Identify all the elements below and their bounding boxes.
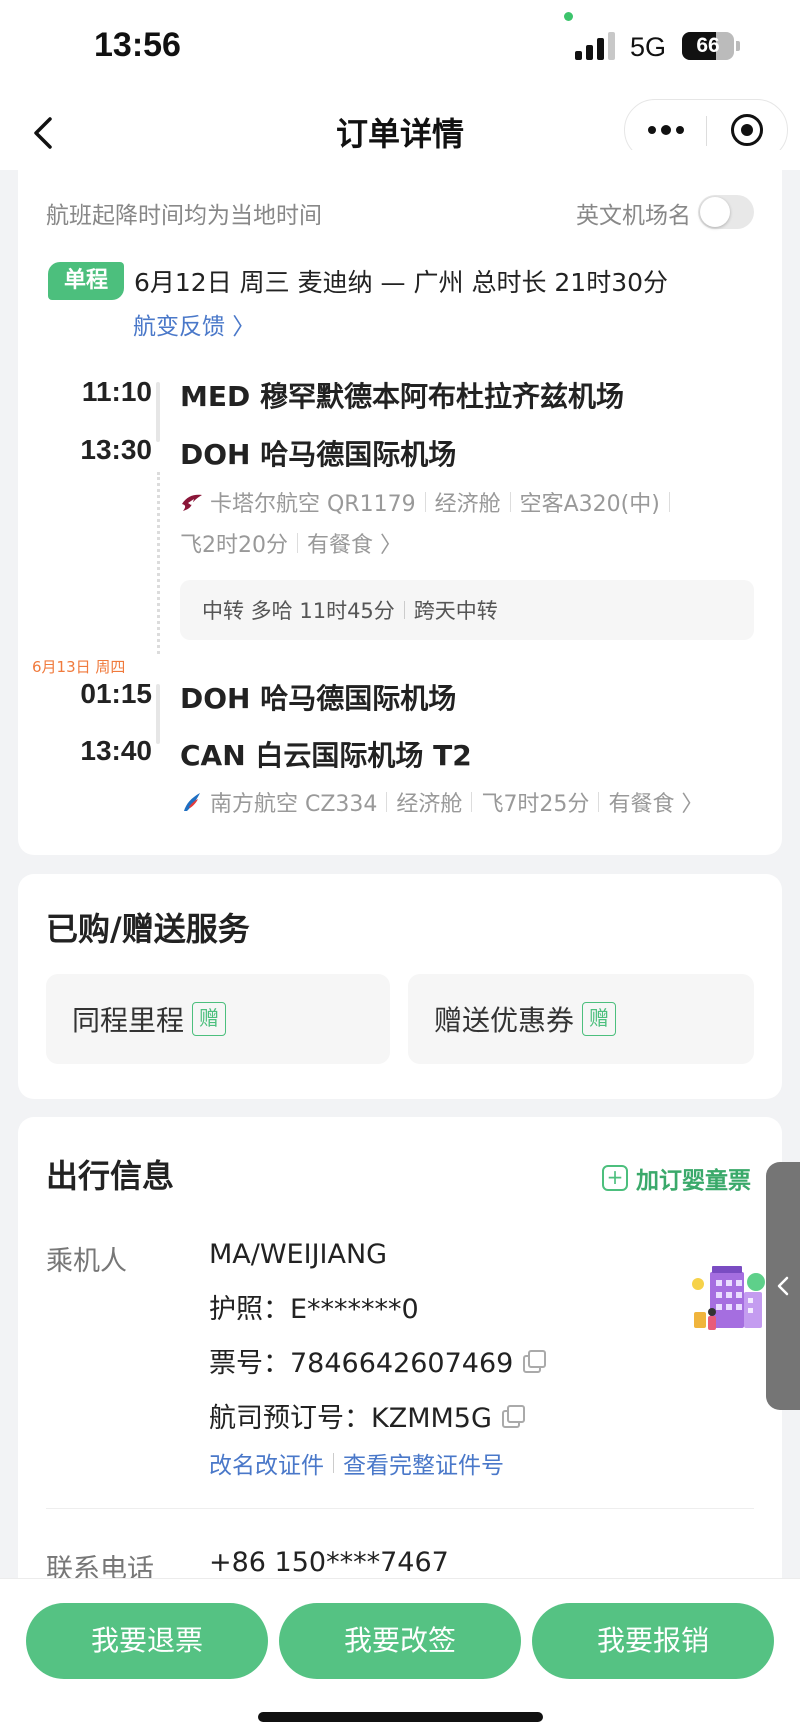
network-type: 5G <box>630 32 667 62</box>
bottom-action-bar: 我要退票 我要改签 我要报销 <box>0 1578 800 1731</box>
hotel-promo-image[interactable] <box>686 1262 766 1338</box>
segment-line <box>156 382 160 442</box>
add-infant-label: 加订婴童票 <box>636 1168 751 1194</box>
side-drawer-tab[interactable] <box>766 1162 800 1410</box>
transfer-info: 中转 多哈 11时45分 跨天中转 <box>180 580 754 640</box>
arrival-time: 13:40 <box>80 735 152 766</box>
arrival-time: 13:30 <box>80 434 152 465</box>
battery-level: 66 <box>696 34 720 57</box>
flight-card: 航班起降时间均为当地时间 英文机场名 单程 6月12日 周三 麦迪纳 — 广州 … <box>18 150 782 855</box>
ticket-number: 票号：7846642607469 <box>209 1348 514 1379</box>
services-card: 已购/赠送服务 同程里程 赠 赠送优惠券 赠 <box>18 874 782 1099</box>
airline-booking-number: 航司预订号：KZMM5G <box>209 1403 492 1434</box>
separator <box>509 492 511 512</box>
service-tile-coupon[interactable]: 赠送优惠券 赠 <box>408 974 754 1064</box>
departure-airport: MED 穆罕默德本阿布杜拉齐兹机场 <box>180 380 624 413</box>
passenger-links: 改名改证件 查看完整证件号 <box>209 1446 504 1480</box>
flight-info-row: 卡塔尔航空 QR1179 经济舱 空客A320(中) <box>180 486 679 518</box>
arrival-airport: DOH 哈马德国际机场 <box>180 438 457 471</box>
privacy-indicator-dot <box>564 12 573 21</box>
service-tile-mileage[interactable]: 同程里程 赠 <box>46 974 390 1064</box>
travel-info-title: 出行信息 <box>46 1157 175 1195</box>
plus-icon: + <box>602 1165 628 1191</box>
gift-tag: 赠 <box>192 1002 227 1036</box>
separator <box>333 1453 334 1473</box>
battery-tip <box>736 41 740 51</box>
separator <box>403 601 405 619</box>
separator <box>424 492 426 512</box>
airline-booking-row: 航司预订号：KZMM5G <box>209 1396 525 1435</box>
transfer-dotted-line <box>157 472 160 654</box>
airline-flight-number: 卡塔尔航空 QR1179 <box>210 492 416 517</box>
english-airport-toggle[interactable] <box>698 195 754 229</box>
rename-document-link[interactable]: 改名改证件 <box>209 1446 324 1480</box>
home-indicator <box>258 1712 543 1722</box>
battery-icon: 66 <box>682 32 734 60</box>
separator <box>297 533 298 553</box>
airline-flight-number: 南方航空 CZ334 <box>210 792 378 817</box>
target-icon-core <box>741 124 753 136</box>
contact-phone: +86 150****7467 <box>209 1547 449 1578</box>
service-label: 同程里程 <box>72 1004 185 1037</box>
view-full-id-link[interactable]: 查看完整证件号 <box>343 1446 504 1480</box>
divider <box>46 1508 754 1509</box>
departure-airport: DOH 哈马德国际机场 <box>180 682 457 715</box>
passenger-name: MA/WEIJIANG <box>209 1239 388 1270</box>
departure-time: 11:10 <box>81 376 152 407</box>
copy-icon[interactable] <box>523 1349 547 1373</box>
more-dots-icon <box>676 126 684 134</box>
gift-tag: 赠 <box>582 1002 617 1036</box>
cabin-class: 经济舱 <box>434 492 501 517</box>
add-infant-ticket-button[interactable]: + 加订婴童票 <box>602 1161 751 1195</box>
service-label: 赠送优惠券 <box>434 1004 575 1037</box>
segment-line <box>156 684 160 744</box>
signal-icon <box>575 30 615 60</box>
flight-duration: 飞7时25分 <box>481 792 590 817</box>
separator <box>471 792 473 812</box>
next-day-date-tag: 6月13日 周四 <box>32 658 126 676</box>
meal-info-link[interactable]: 有餐食 〉 <box>307 527 402 559</box>
flight-change-feedback-link[interactable]: 航变反馈 〉 <box>133 307 255 341</box>
flight-duration: 飞2时20分 <box>180 533 288 558</box>
aircraft-type: 空客A320(中) <box>519 492 660 517</box>
status-time: 13:56 <box>94 26 181 64</box>
china-southern-logo-icon <box>184 793 200 811</box>
local-time-hint: 航班起降时间均为当地时间 <box>46 203 322 229</box>
chevron-left-icon <box>777 1276 789 1296</box>
transfer-note: 跨天中转 <box>413 599 498 623</box>
more-dots-icon <box>661 125 671 135</box>
ticket-number-row: 票号：7846642607469 <box>209 1341 547 1380</box>
qatar-airways-logo-icon <box>182 494 202 511</box>
refund-button[interactable]: 我要退票 <box>26 1603 268 1679</box>
more-dots-icon <box>648 126 656 134</box>
copy-icon[interactable] <box>501 1404 525 1428</box>
flight-info-row: 南方航空 CZ334 经济舱 飞7时25分 有餐食 〉 <box>180 786 703 818</box>
cabin-class: 经济舱 <box>396 792 463 817</box>
toggle-knob <box>700 197 730 227</box>
services-title: 已购/赠送服务 <box>46 910 250 948</box>
english-airport-label: 英文机场名 <box>576 203 691 229</box>
passport-number: 护照：E*******0 <box>209 1294 419 1325</box>
change-ticket-button[interactable]: 我要改签 <box>279 1603 521 1679</box>
passenger-label: 乘机人 <box>46 1246 127 1277</box>
flight-info-row-2: 飞2时20分 有餐食 〉 <box>180 527 402 559</box>
status-bar: 13:56 5G 66 <box>0 0 800 95</box>
separator <box>668 492 670 512</box>
separator <box>598 792 600 812</box>
departure-time: 01:15 <box>80 678 152 709</box>
reimburse-button[interactable]: 我要报销 <box>532 1603 774 1679</box>
trip-summary: 6月12日 周三 麦迪纳 — 广州 总时长 21时30分 <box>134 268 669 297</box>
trip-type-badge: 单程 <box>48 262 124 300</box>
transfer-label: 中转 多哈 11时45分 <box>202 599 395 623</box>
meal-info-link[interactable]: 有餐食 〉 <box>608 786 703 818</box>
separator <box>386 792 388 812</box>
hotel-building-icon <box>692 1266 765 1330</box>
arrival-airport: CAN 白云国际机场 T2 <box>180 739 472 772</box>
